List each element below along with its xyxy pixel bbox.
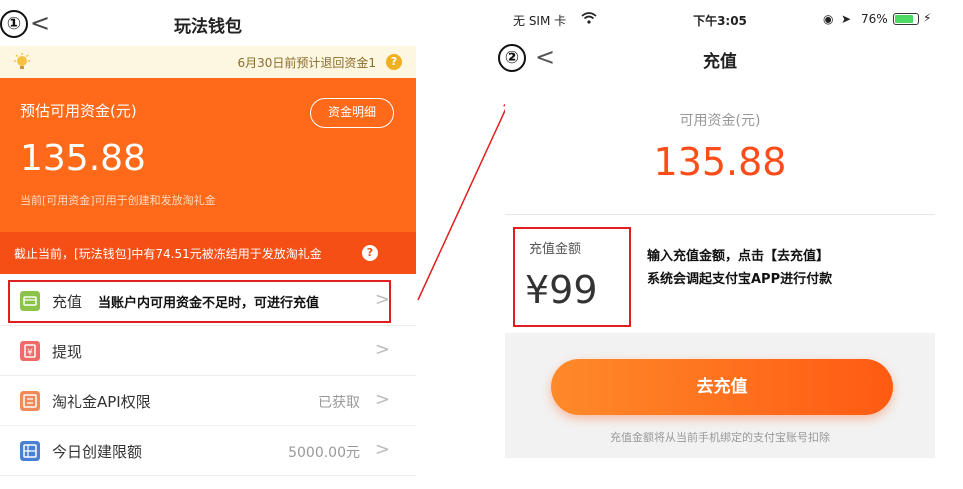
highlight-box <box>8 280 391 323</box>
frozen-funds-text: 截止当前，[玩法钱包]中有74.51元被冻结用于发放淘礼金 <box>14 247 322 261</box>
charging-icon: ⚡ <box>923 11 932 25</box>
go-recharge-button[interactable]: 去充值 <box>551 359 893 415</box>
balance-note: 当前[可用资金]可用于创建和发放淘礼金 <box>20 194 216 207</box>
api-icon <box>20 391 40 411</box>
deduct-note: 充值金额将从当前手机绑定的支付宝账号扣除 <box>610 431 830 444</box>
location-icon: ➤ <box>841 12 852 26</box>
menu-item-label: 淘礼金API权限 <box>52 393 151 411</box>
menu-item-value: 已获取 <box>318 395 360 411</box>
menu-item-label: 今日创建限额 <box>52 443 143 461</box>
balance-amount: 135.88 <box>20 138 146 179</box>
divider <box>505 214 935 215</box>
instruction-text: 系统会调起支付宝APP进行付款 <box>647 272 833 287</box>
chevron-right-icon: > <box>374 339 390 360</box>
balance-card: 预估可用资金(元) 资金明细 135.88 当前[可用资金]可用于创建和发放淘礼… <box>0 78 416 232</box>
available-funds-amount: 135.88 <box>653 140 787 184</box>
menu-item-api-permission[interactable]: 淘礼金API权限 已获取 > <box>0 376 416 426</box>
rotation-lock-icon: ◉ <box>823 12 834 26</box>
balance-label: 预估可用资金(元) <box>20 102 137 120</box>
notice-bar[interactable]: 6月30日前预计退回资金1 ? <box>0 46 416 78</box>
chevron-right-icon: > <box>374 389 390 410</box>
svg-text:¥: ¥ <box>27 348 33 358</box>
battery-icon <box>893 13 919 25</box>
page-title: 充值 <box>703 52 737 72</box>
menu-item-withdraw[interactable]: ¥ 提现 > <box>0 326 416 376</box>
limit-icon <box>20 441 40 461</box>
help-icon[interactable]: ? <box>386 54 402 70</box>
page-title: 玩法钱包 <box>174 17 242 37</box>
withdraw-icon: ¥ <box>20 341 40 361</box>
chevron-right-icon: > <box>374 439 390 460</box>
battery-percent: 76% <box>861 12 888 26</box>
frozen-funds-bar[interactable]: 截止当前，[玩法钱包]中有74.51元被冻结用于发放淘礼金 ? <box>0 232 416 274</box>
action-area: 去充值 充值金额将从当前手机绑定的支付宝账号扣除 <box>505 333 935 458</box>
highlight-box <box>513 227 631 327</box>
menu-item-label: 提现 <box>52 343 83 361</box>
instruction-text: 输入充值金额，点击【去充值】 <box>647 249 830 264</box>
fund-detail-button[interactable]: 资金明细 <box>310 98 394 128</box>
lightbulb-icon <box>14 53 30 69</box>
wallet-screen: ① < 玩法钱包 6月30日前预计退回资金1 ? 预估可用资金(元) 资金明细 … <box>0 0 416 489</box>
help-icon[interactable]: ? <box>362 245 378 261</box>
menu-item-daily-limit[interactable]: 今日创建限额 5000.00元 > <box>0 426 416 476</box>
recharge-screen: 无 SIM 卡 下午3:05 ◉ ➤ 76% ⚡ ② < 充值 可用资金(元) … <box>498 0 935 489</box>
notice-text: 6月30日前预计退回资金1 <box>237 56 376 70</box>
menu-item-value: 5000.00元 <box>288 445 360 461</box>
available-funds-label: 可用资金(元) <box>679 113 761 129</box>
status-bar: 无 SIM 卡 下午3:05 ◉ ➤ 76% ⚡ <box>505 0 935 40</box>
